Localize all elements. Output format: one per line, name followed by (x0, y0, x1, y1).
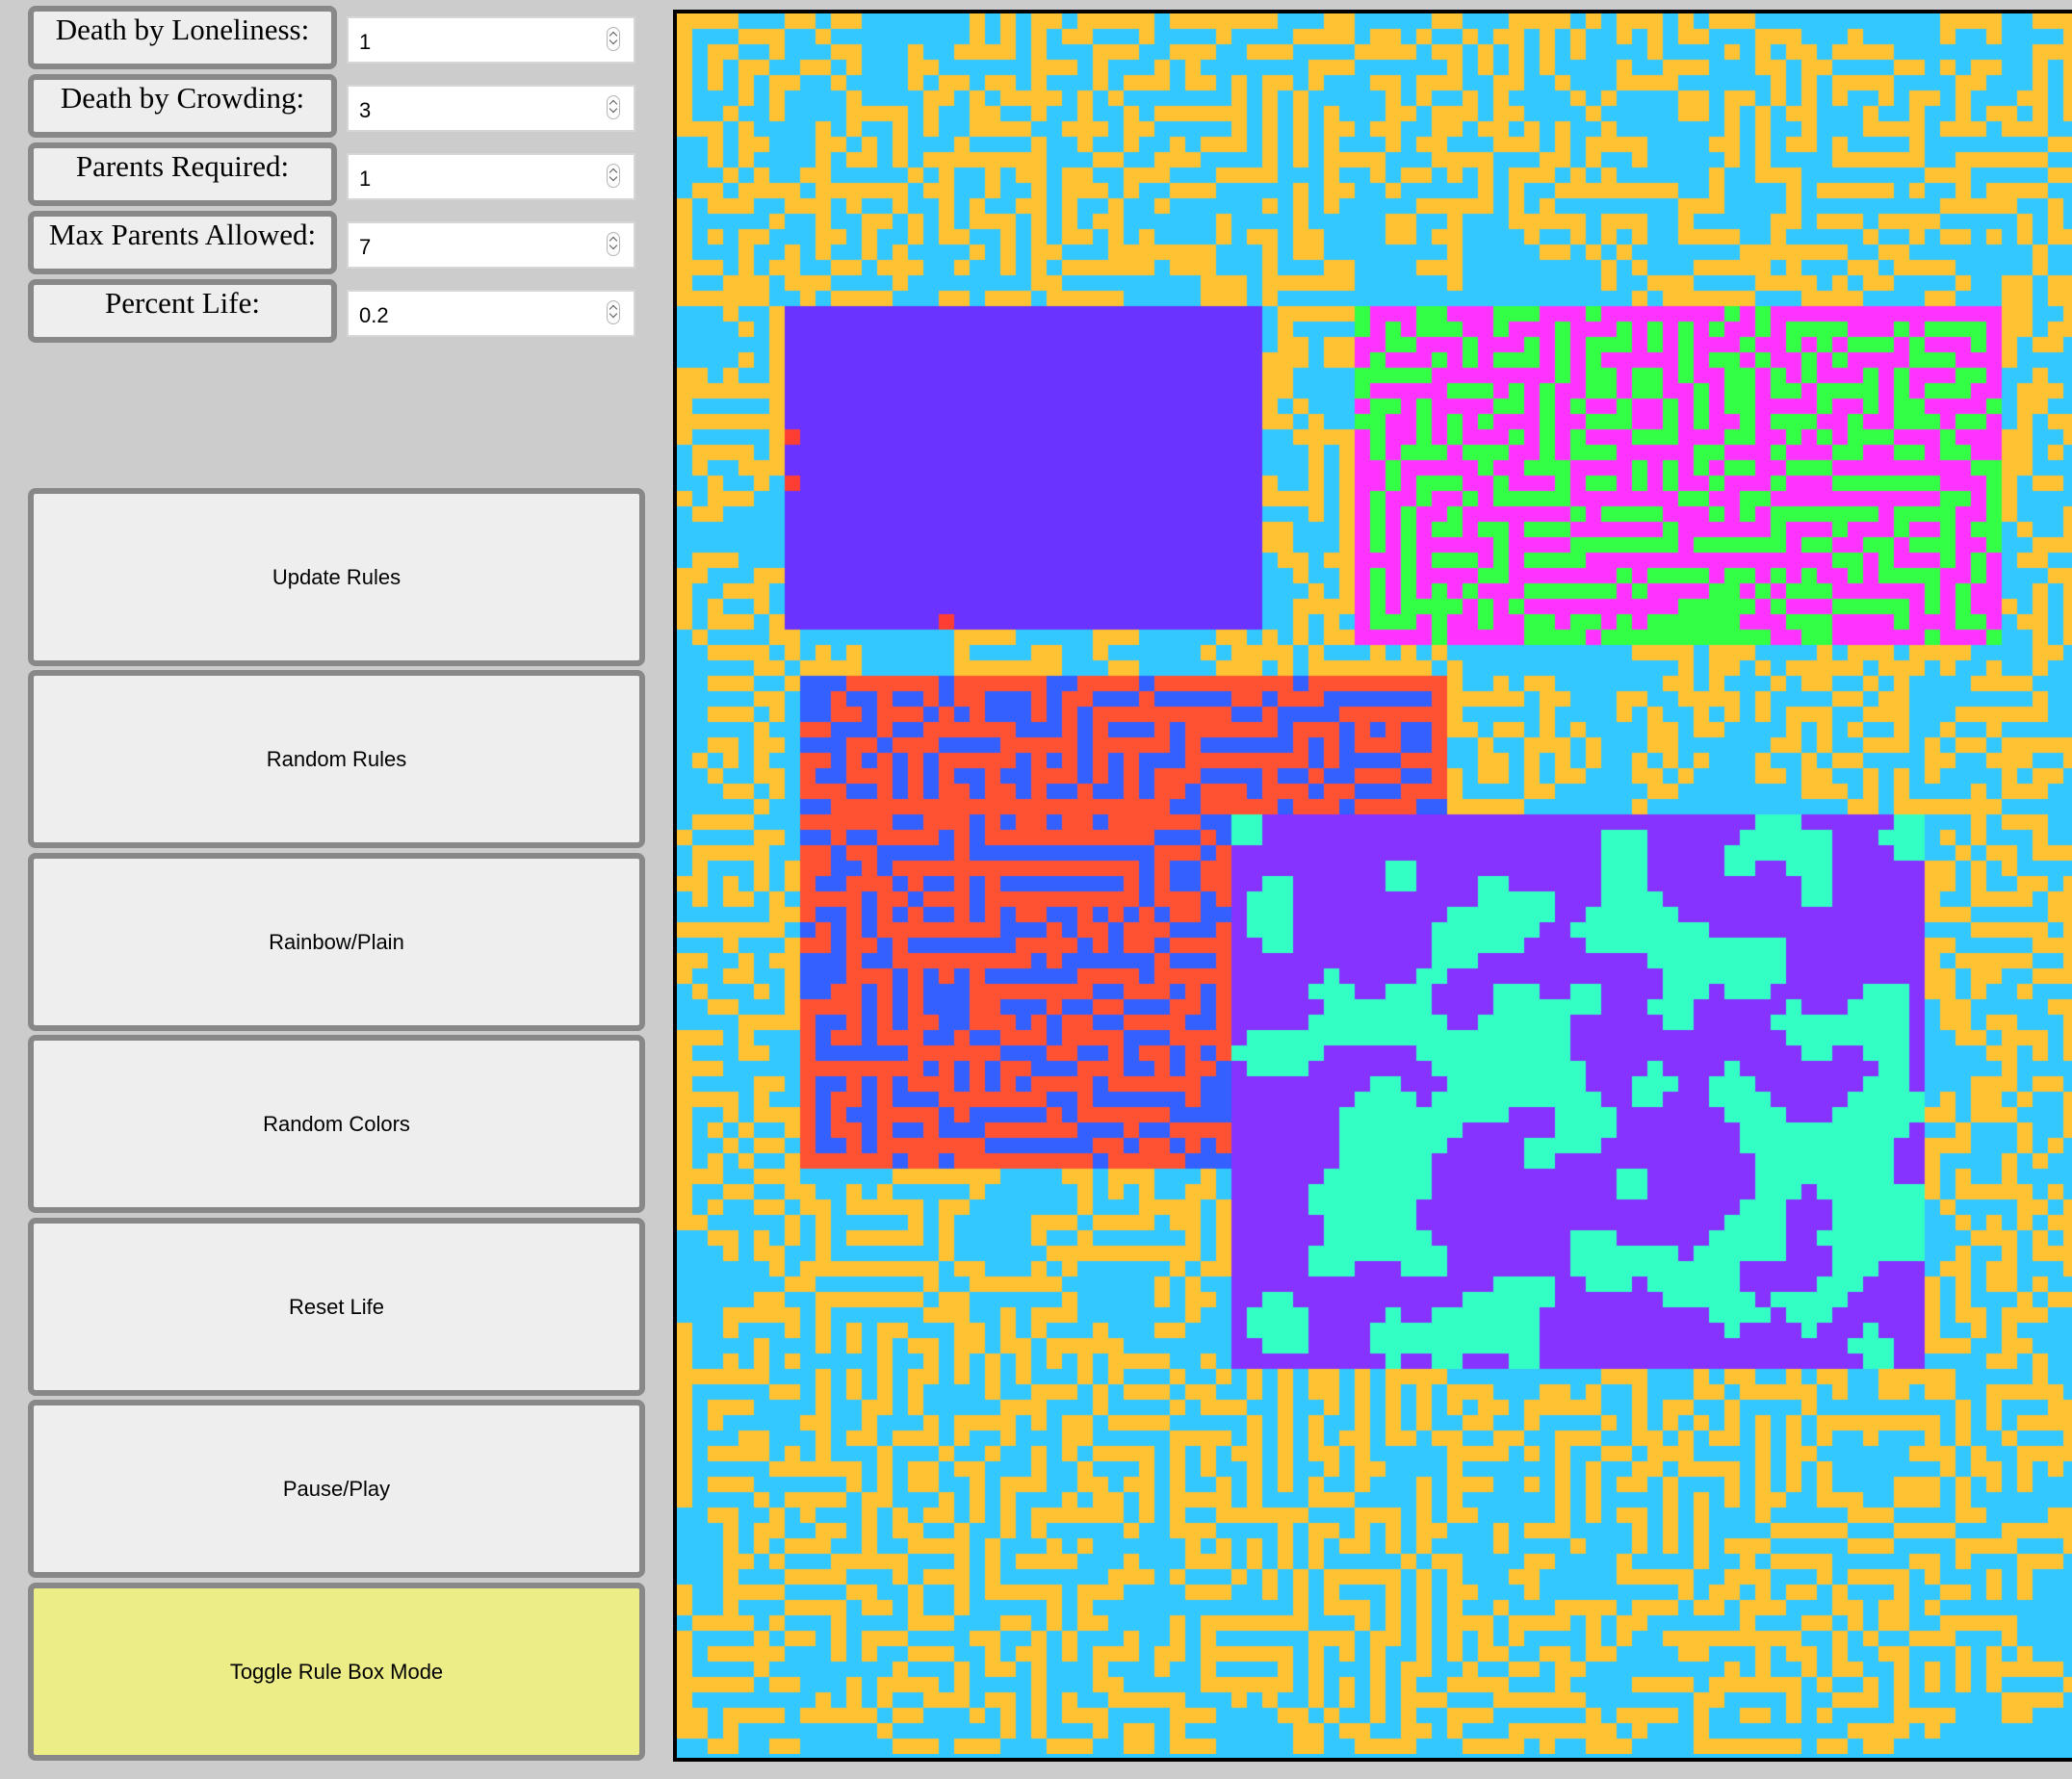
number-spinner-icon[interactable] (607, 27, 620, 51)
number-spinner-icon[interactable] (607, 164, 620, 188)
random-colors-button[interactable]: Random Colors (28, 1035, 645, 1213)
parents-required-input[interactable] (349, 159, 590, 198)
update-rules-button[interactable]: Update Rules (28, 488, 645, 666)
death-by-crowding-label: Death by Crowding: (28, 74, 337, 138)
max-parents-allowed-row: Max Parents Allowed: (28, 211, 644, 274)
life-grid-frame (673, 10, 2072, 1762)
percent-life-row: Percent Life: (28, 279, 644, 343)
death-by-loneliness-input[interactable] (349, 22, 590, 62)
death-by-loneliness-row: Death by Loneliness: (28, 6, 644, 69)
parents-required-row: Parents Required: (28, 142, 644, 206)
death-by-crowding-row: Death by Crowding: (28, 74, 644, 138)
spinner-down-icon[interactable] (609, 172, 618, 182)
max-parents-allowed-input[interactable] (349, 227, 590, 267)
pause-play-button[interactable]: Pause/Play (28, 1400, 645, 1578)
number-spinner-icon[interactable] (607, 300, 620, 324)
max-parents-allowed-field[interactable] (347, 221, 635, 269)
rainbow-plain-button[interactable]: Rainbow/Plain (28, 853, 645, 1031)
spinner-down-icon[interactable] (609, 309, 618, 319)
parents-required-label: Parents Required: (28, 142, 337, 206)
number-spinner-icon[interactable] (607, 232, 620, 256)
game-of-life-canvas[interactable] (677, 13, 2072, 1754)
percent-life-label: Percent Life: (28, 279, 337, 343)
number-spinner-icon[interactable] (607, 95, 620, 119)
percent-life-input[interactable] (349, 296, 590, 335)
death-by-crowding-field[interactable] (347, 85, 635, 132)
percent-life-field[interactable] (347, 290, 635, 337)
spinner-down-icon[interactable] (609, 36, 618, 45)
spinner-down-icon[interactable] (609, 104, 618, 114)
death-by-loneliness-label: Death by Loneliness: (28, 6, 337, 69)
parents-required-field[interactable] (347, 153, 635, 200)
max-parents-allowed-label: Max Parents Allowed: (28, 211, 337, 274)
toggle-rule-box-mode-button[interactable]: Toggle Rule Box Mode (28, 1583, 645, 1761)
random-rules-button[interactable]: Random Rules (28, 670, 645, 848)
death-by-crowding-input[interactable] (349, 90, 590, 130)
death-by-loneliness-field[interactable] (347, 16, 635, 64)
spinner-down-icon[interactable] (609, 241, 618, 250)
reset-life-button[interactable]: Reset Life (28, 1218, 645, 1396)
